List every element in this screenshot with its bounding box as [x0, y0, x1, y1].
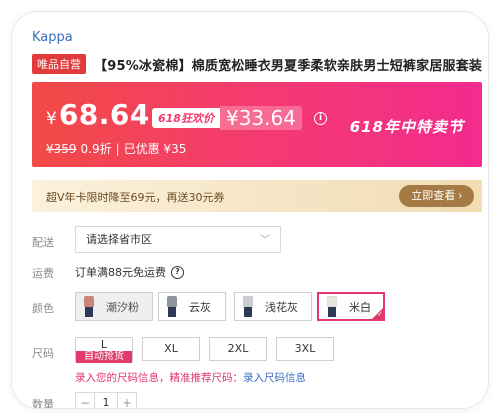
- shipping-label: 配送: [32, 236, 54, 249]
- product-thumbnail: [162, 295, 184, 318]
- size-option-label: L: [100, 338, 108, 351]
- size-option-2xl[interactable]: 2XL: [209, 337, 267, 361]
- color-option-chaoxi-pink[interactable]: 潮汐粉: [75, 292, 153, 321]
- auto-restock-badge: 自动抢货: [76, 351, 132, 363]
- color-option-light-heather-gray[interactable]: 浅花灰: [234, 292, 312, 321]
- size-hint: 录入您的尺码信息，精准推荐尺码：录入尺码信息: [75, 370, 306, 385]
- view-now-button[interactable]: 立即查看 ›: [399, 185, 474, 207]
- region-select[interactable]: 请选择省市区 ﹀: [75, 226, 281, 253]
- price-details: ¥359 0.9折 | 已优惠 ¥35: [46, 140, 186, 157]
- quantity-label: 数量: [32, 398, 54, 408]
- saving-amount: 已优惠 ¥35: [123, 142, 187, 156]
- vip-promo-bar: 超V年卡限时降至69元，再送30元券 立即查看 ›: [32, 180, 482, 212]
- quantity-value[interactable]: 1: [94, 393, 118, 408]
- size-hint-text: 录入您的尺码信息，精准推荐尺码：: [75, 372, 243, 384]
- size-option-3xl[interactable]: 3XL: [276, 337, 334, 361]
- color-option-cloud-gray[interactable]: 云灰: [158, 292, 226, 321]
- color-option-label: 潮汐粉: [106, 300, 139, 314]
- self-operated-badge: 唯品自营: [32, 54, 86, 74]
- size-option-l[interactable]: L 自动抢货: [75, 337, 133, 363]
- promo-price-block: 618狂欢价 ¥33.64: [152, 106, 302, 130]
- product-title: 【95%冰瓷棉】棉质宽松睡衣男夏季柔软亲肤男士短裤家居服套装: [94, 58, 483, 74]
- currency-symbol: ¥: [46, 109, 57, 129]
- separator: |: [115, 141, 120, 156]
- selected-check-icon: ✓: [371, 307, 384, 320]
- shipping-fee-label: 运费: [32, 267, 54, 280]
- brand-link[interactable]: Kappa: [32, 30, 73, 45]
- product-thumbnail: [322, 295, 344, 318]
- enter-size-link[interactable]: 录入尺码信息: [243, 372, 306, 384]
- help-icon[interactable]: ?: [171, 265, 184, 279]
- shipping-fee-info: 订单满88元免运费 ?: [75, 264, 184, 280]
- size-option-xl[interactable]: XL: [142, 337, 200, 361]
- shipping-fee-text: 订单满88元免运费: [75, 266, 166, 279]
- color-option-label: 云灰: [189, 300, 211, 314]
- chevron-down-icon: ﹀: [260, 235, 270, 246]
- promo-label: 618狂欢价: [152, 108, 220, 128]
- info-icon[interactable]: i: [314, 112, 327, 125]
- promo-price: ¥33.64: [219, 106, 302, 130]
- festival-label: 618年中特卖节: [349, 118, 464, 136]
- vip-promo-text: 超V年卡限时降至69元，再送30元券: [46, 191, 225, 204]
- color-label: 颜色: [32, 302, 54, 315]
- color-option-off-white[interactable]: 米白 ✓: [317, 292, 385, 321]
- discount-rate: 0.9折: [80, 142, 112, 156]
- increase-button[interactable]: +: [118, 393, 136, 408]
- product-thumbnail: [79, 295, 101, 318]
- current-price: ¥ 68.64: [46, 98, 150, 131]
- size-label: 尺码: [32, 347, 54, 360]
- color-option-label: 米白: [349, 300, 371, 314]
- current-price-value: 68.64: [58, 98, 150, 131]
- price-banner: ¥ 68.64 618狂欢价 ¥33.64 i 618年中特卖节 ¥359 0.…: [32, 82, 482, 167]
- quantity-stepper: − 1 +: [75, 392, 137, 408]
- product-thumbnail: [238, 295, 260, 318]
- product-title-row: 唯品自营 【95%冰瓷棉】棉质宽松睡衣男夏季柔软亲肤男士短裤家居服套装: [32, 54, 482, 74]
- product-card: Kappa 唯品自营 【95%冰瓷棉】棉质宽松睡衣男夏季柔软亲肤男士短裤家居服套…: [12, 12, 488, 408]
- original-price: ¥359: [46, 141, 77, 156]
- decrease-button[interactable]: −: [76, 393, 94, 408]
- color-option-label: 浅花灰: [265, 300, 298, 314]
- region-placeholder: 请选择省市区: [86, 233, 152, 246]
